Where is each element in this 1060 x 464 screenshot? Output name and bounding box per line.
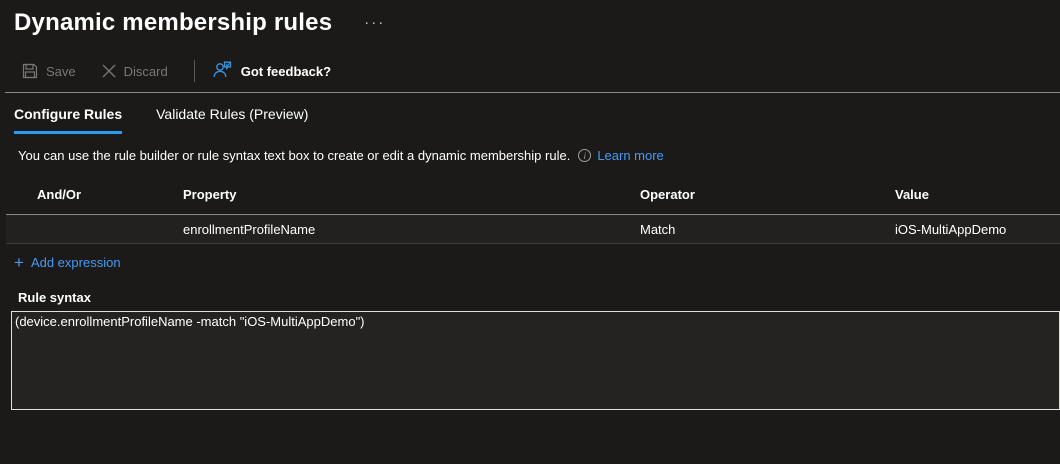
discard-button[interactable]: Discard xyxy=(102,64,168,79)
discard-x-icon xyxy=(102,64,116,78)
more-options-icon[interactable]: ··· xyxy=(360,16,389,30)
toolbar-divider xyxy=(5,92,1060,93)
toolbar-separator xyxy=(194,60,195,82)
save-icon xyxy=(22,63,38,79)
table-row[interactable]: enrollmentProfileName Match iOS-MultiApp… xyxy=(6,215,1060,244)
add-expression-label: Add expression xyxy=(31,255,121,270)
discard-button-label: Discard xyxy=(124,64,168,79)
save-button-label: Save xyxy=(46,64,76,79)
feedback-person-icon xyxy=(213,61,232,81)
column-header-property: Property xyxy=(183,187,640,202)
column-header-value: Value xyxy=(895,187,1060,202)
rule-syntax-label: Rule syntax xyxy=(18,290,1060,305)
rule-syntax-textarea[interactable]: (device.enrollmentProfileName -match "iO… xyxy=(11,311,1060,410)
rule-builder-table: And/Or Property Operator Value enrollmen… xyxy=(6,175,1060,244)
table-header-row: And/Or Property Operator Value xyxy=(6,175,1060,215)
learn-more-link[interactable]: Learn more xyxy=(597,148,663,163)
plus-icon: + xyxy=(14,256,24,270)
pivot-tabs: Configure Rules Validate Rules (Preview) xyxy=(14,106,1060,134)
add-expression-button[interactable]: + Add expression xyxy=(14,255,121,270)
page-header: Dynamic membership rules ··· xyxy=(0,0,1060,38)
save-button[interactable]: Save xyxy=(22,63,76,79)
column-header-and-or: And/Or xyxy=(6,187,183,202)
description-text: You can use the rule builder or rule syn… xyxy=(18,148,570,163)
cell-operator[interactable]: Match xyxy=(640,222,895,237)
tab-validate-rules[interactable]: Validate Rules (Preview) xyxy=(156,106,308,134)
command-toolbar: Save Discard Got feedback? xyxy=(22,56,1060,86)
got-feedback-label: Got feedback? xyxy=(241,64,331,79)
cell-property[interactable]: enrollmentProfileName xyxy=(183,222,640,237)
tab-configure-rules[interactable]: Configure Rules xyxy=(14,106,122,134)
info-icon[interactable]: i xyxy=(578,149,591,162)
got-feedback-button[interactable]: Got feedback? xyxy=(213,61,331,81)
cell-value[interactable]: iOS-MultiAppDemo xyxy=(895,222,1060,237)
description-line: You can use the rule builder or rule syn… xyxy=(18,148,1060,163)
column-header-operator: Operator xyxy=(640,187,895,202)
page-title: Dynamic membership rules xyxy=(14,9,332,37)
